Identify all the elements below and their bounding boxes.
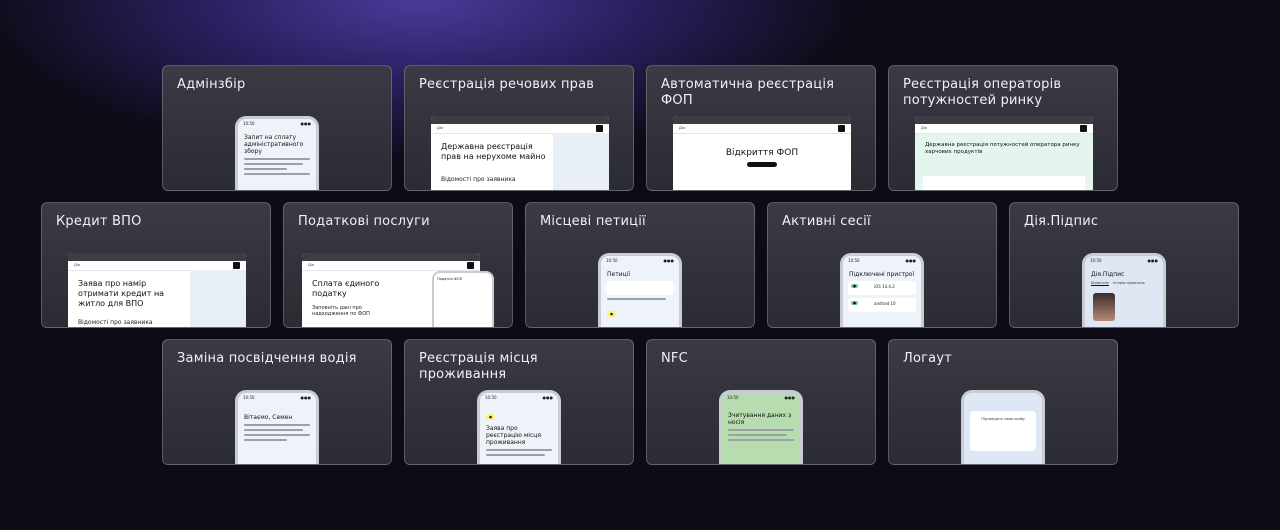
phone-mockup: 10:50 ●●● Дія.Підпис Біометрія Історія під… <box>1082 253 1166 327</box>
phone-mockup: 10:50 ●●● Зчитування даних з носія <box>719 390 803 464</box>
mockup-subtitle: Заповніть дані про надходження по ФОП <box>312 305 370 317</box>
card-title: Заміна посвідчення водія <box>177 351 357 366</box>
phone-mockup: Податки ФОП <box>432 271 494 327</box>
phone-mockup: 10:50 ●●● Вітаємо, Семен <box>235 390 319 464</box>
card-title: Місцеві петиції <box>540 214 646 229</box>
card-title: Активні сесії <box>782 214 871 229</box>
mockup-title: Підключені пристрої <box>849 271 915 278</box>
card-title: Адмінзбір <box>177 77 246 92</box>
service-card-petytsii[interactable]: Місцеві петиції 10:50 ●●● Петиції ● <box>525 202 755 328</box>
service-card-nfc[interactable]: NFC 10:50 ●●● Зчитування даних з носія <box>646 339 876 465</box>
service-card-dia-pidpys[interactable]: Дія.Підпис 10:50 ●●● Дія.Підпис Біометрія… <box>1009 202 1239 328</box>
mockup-title: Петиції <box>607 271 631 278</box>
browser-mockup: Дія Заява про намір отримати кредит на ж… <box>68 253 246 327</box>
phone-mockup: 10:50 ●●● Запит на сплату адміністративно… <box>235 116 319 190</box>
service-card-operators[interactable]: Реєстрація операторів потужностей ринку … <box>888 65 1118 191</box>
mockup-title: Запит на сплату адміністративного збору <box>244 134 304 155</box>
service-card-prozhyvannia[interactable]: Реєстрація місця проживання 10:50 ●●● ● З… <box>404 339 634 465</box>
avatar <box>1093 293 1115 321</box>
card-title: Податкові послуги <box>298 214 430 229</box>
card-title: Реєстрація речових прав <box>419 77 595 92</box>
service-card-sesii[interactable]: Активні сесії 10:50 ●●● Підключені пристр… <box>767 202 997 328</box>
service-card-posvidchennia[interactable]: Заміна посвідчення водія 10:50 ●●● Вітаєм… <box>162 339 392 465</box>
browser-mockup: Дія Державна реєстрація прав на нерухоме… <box>431 116 609 190</box>
phone-mockup: 10:50 ●●● Підключені пристрої ● iOS 14.4.2… <box>840 253 924 327</box>
service-card-fop[interactable]: Автоматична реєстрація ФОП Дія Відкриття… <box>646 65 876 191</box>
mockup-title: Відкриття ФОП <box>725 148 799 158</box>
service-card-kredyt-vpo[interactable]: Кредит ВПО Дія Заява про намір отримати … <box>41 202 271 328</box>
mockup-title: Заява про реєстрацію місця проживання <box>486 425 541 446</box>
card-title: Реєстрація операторів потужностей ринку <box>903 77 1062 108</box>
mockup-title: Державна реєстрація прав на нерухоме май… <box>441 142 546 161</box>
service-card-logaut[interactable]: Логаут Підтвердіть свою особу <box>888 339 1118 465</box>
service-card-podatkovi[interactable]: Податкові послуги Дія Сплата єдиного под… <box>283 202 513 328</box>
mockup-title: Заява про намір отримати кредит на житло… <box>78 279 165 308</box>
card-title: NFC <box>661 351 688 366</box>
phone-mockup: 10:50 ●●● Петиції ● <box>598 253 682 327</box>
mockup-title: Вітаємо, Семен <box>244 414 293 421</box>
phone-mockup: 10:50 ●●● ● Заява про реєстрацію місця пр… <box>477 390 561 464</box>
mockup-title: Сплата єдиного податку <box>312 279 380 298</box>
status-pill: ● <box>607 311 617 317</box>
browser-mockup: Дія Державна реєстрація потужностей опер… <box>915 116 1093 190</box>
phone-mockup: Підтвердіть свою особу <box>961 390 1045 464</box>
mockup-title: Підтвердіть свою особу <box>981 417 1025 421</box>
mockup-title: Зчитування даних з носія <box>728 412 792 426</box>
mockup-title: Дія.Підпис <box>1091 271 1125 278</box>
card-title: Кредит ВПО <box>56 214 142 229</box>
service-card-adminzbir[interactable]: Адмінзбір 10:50 ●●● Запит на сплату адмін… <box>162 65 392 191</box>
card-title: Автоматична реєстрація ФОП <box>661 77 835 108</box>
service-card-rechovi-prava[interactable]: Реєстрація речових прав Дія Державна реє… <box>404 65 634 191</box>
card-title: Дія.Підпис <box>1024 214 1099 229</box>
mockup-overlay-title: Податки ФОП <box>434 273 492 327</box>
status-pill: ● <box>486 414 496 420</box>
browser-mockup: Дія Відкриття ФОП <box>673 116 851 190</box>
card-title: Реєстрація місця проживання <box>419 351 538 382</box>
mockup-title: Державна реєстрація потужностей оператор… <box>925 142 1080 155</box>
card-title: Логаут <box>903 351 952 366</box>
